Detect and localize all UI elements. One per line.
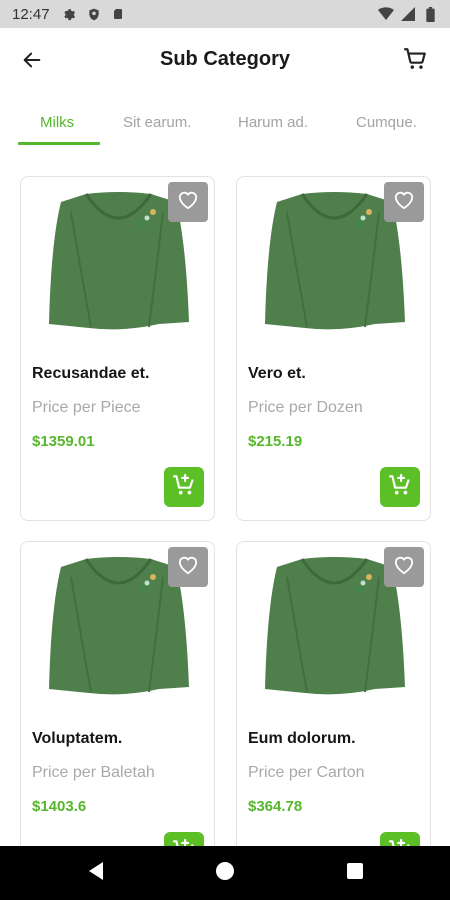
product-card[interactable]: Eum dolorum. Price per Carton $364.78	[236, 541, 431, 886]
tab-sit-earum[interactable]: Sit earum.	[123, 114, 191, 131]
back-button[interactable]	[18, 48, 46, 76]
product-card[interactable]: Recusandae et. Price per Piece $1359.01	[20, 176, 215, 521]
wifi-icon	[378, 6, 394, 22]
favorite-button[interactable]	[384, 547, 424, 587]
cart-button[interactable]	[400, 46, 430, 76]
nav-home-button[interactable]	[213, 861, 237, 885]
product-unit: Price per Carton	[248, 764, 365, 781]
favorite-button[interactable]	[168, 547, 208, 587]
status-time: 12:47	[12, 5, 50, 23]
tab-milks[interactable]: Milks	[40, 114, 74, 131]
app-bar: Sub Category	[0, 28, 450, 94]
nav-recents-button[interactable]	[343, 861, 367, 885]
product-card[interactable]: Vero et. Price per Dozen $215.19	[236, 176, 431, 521]
tab-harum-ad[interactable]: Harum ad.	[238, 114, 308, 131]
product-price: $215.19	[248, 433, 303, 450]
cart-icon	[402, 46, 428, 77]
heart-icon	[177, 190, 199, 215]
recents-square-icon	[346, 862, 364, 885]
status-left-icons	[62, 6, 126, 22]
product-name: Recusandae et.	[32, 365, 150, 382]
system-nav-bar	[0, 846, 450, 900]
product-unit: Price per Baletah	[32, 764, 155, 781]
product-card[interactable]: Voluptatem. Price per Baletah $1403.6	[20, 541, 215, 886]
page-title: Sub Category	[159, 48, 291, 70]
status-right-icons	[378, 6, 438, 22]
heart-icon	[393, 190, 415, 215]
product-unit: Price per Piece	[32, 399, 141, 416]
category-tabs: Milks Sit earum. Harum ad. Cumque.	[0, 100, 450, 146]
gear-icon	[62, 6, 78, 22]
cart-plus-icon	[387, 472, 413, 503]
nav-back-button[interactable]	[84, 861, 108, 885]
active-tab-indicator	[18, 142, 100, 145]
back-triangle-icon	[87, 861, 105, 886]
heart-icon	[393, 555, 415, 580]
home-circle-icon	[215, 861, 235, 886]
cart-plus-icon	[171, 472, 197, 503]
signal-icon	[400, 6, 416, 22]
add-to-cart-button[interactable]	[164, 467, 204, 507]
product-name: Eum dolorum.	[248, 730, 356, 747]
product-price: $1359.01	[32, 433, 95, 450]
favorite-button[interactable]	[168, 182, 208, 222]
arrow-left-icon	[21, 49, 43, 76]
product-unit: Price per Dozen	[248, 399, 363, 416]
add-to-cart-button[interactable]	[380, 467, 420, 507]
status-bar: 12:47	[0, 0, 450, 28]
product-name: Vero et.	[248, 365, 306, 382]
heart-icon	[177, 555, 199, 580]
product-name: Voluptatem.	[32, 730, 123, 747]
product-price: $1403.6	[32, 798, 87, 815]
tab-cumque[interactable]: Cumque.	[356, 114, 417, 131]
sd-card-icon	[110, 6, 126, 22]
favorite-button[interactable]	[384, 182, 424, 222]
product-price: $364.78	[248, 798, 303, 815]
shield-icon	[86, 6, 102, 22]
battery-icon	[422, 6, 438, 22]
